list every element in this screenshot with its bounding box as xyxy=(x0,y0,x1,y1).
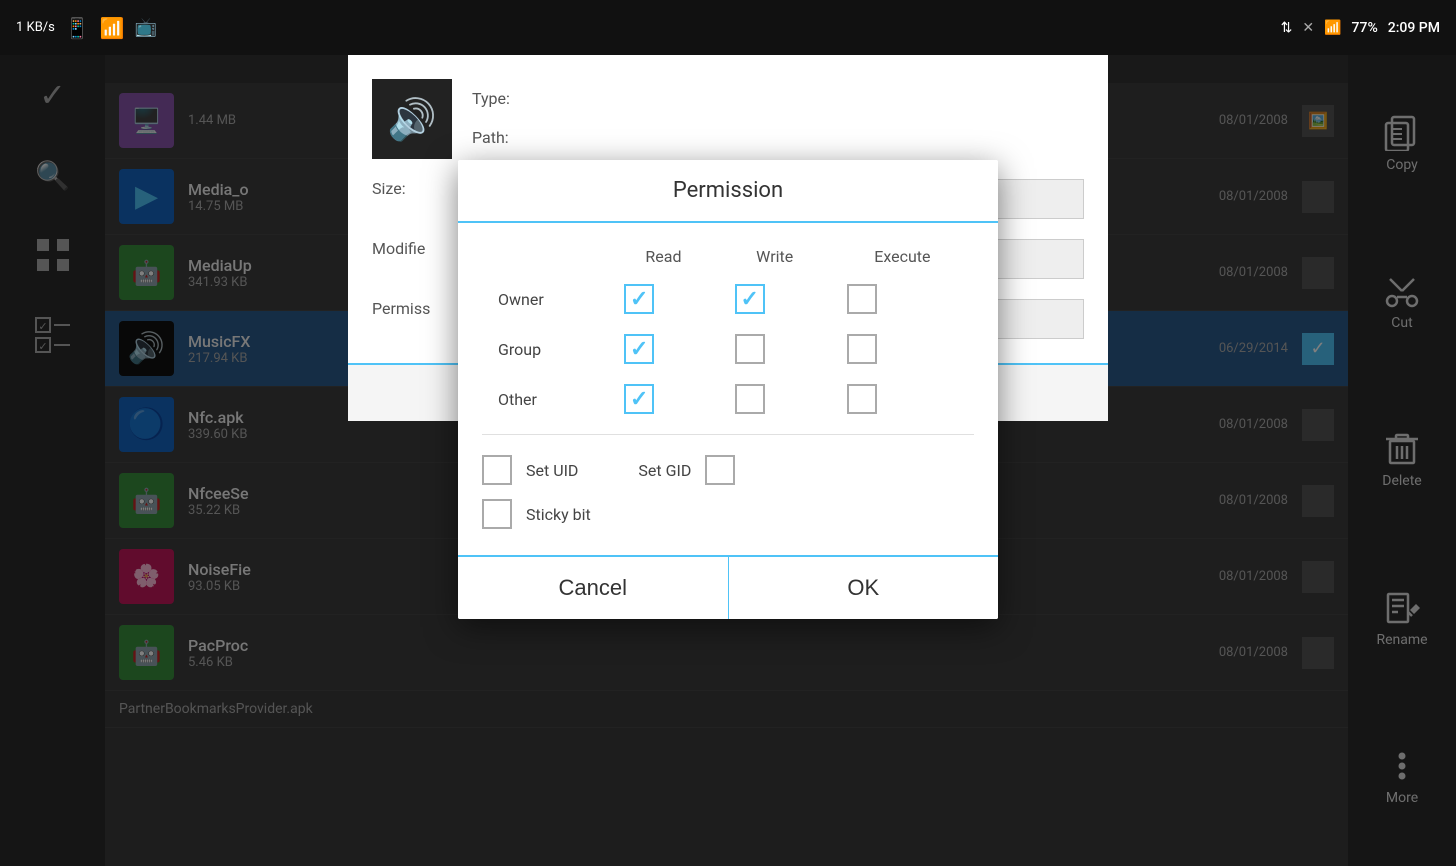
owner-write-check[interactable] xyxy=(735,284,765,314)
other-label: Other xyxy=(482,374,608,424)
set-gid-checkbox[interactable] xyxy=(705,455,735,485)
status-right: ⇅ ✕ 📶 77% 2:09 PM xyxy=(1281,20,1440,36)
set-uid-label: Set UID xyxy=(526,461,578,480)
execute-header: Execute xyxy=(831,239,974,274)
other-row: Other xyxy=(482,374,974,424)
status-left: 1 KB/s 📱 📶 📺 xyxy=(16,16,157,40)
uid-gid-row: Set UID Set GID xyxy=(482,455,974,485)
group-write-checkbox[interactable] xyxy=(719,324,831,374)
sticky-bit-checkbox[interactable] xyxy=(482,499,512,529)
other-execute-check[interactable] xyxy=(847,384,877,414)
permission-actions: Cancel OK xyxy=(458,555,998,619)
file-preview-icon: 🔊 xyxy=(372,79,452,159)
cellular-icon: 📶 xyxy=(1324,20,1341,36)
wifi-icon: 📶 xyxy=(100,16,125,40)
set-gid-label: Set GID xyxy=(638,461,691,480)
speed-indicator: 1 KB/s xyxy=(16,20,55,35)
battery-level: 77% xyxy=(1352,20,1378,36)
read-header: Read xyxy=(608,239,718,274)
extra-permissions: Set UID Set GID Sticky bit xyxy=(482,445,974,539)
path-row: Path: xyxy=(472,118,1084,157)
status-bar: 1 KB/s 📱 📶 📺 ⇅ ✕ 📶 77% 2:09 PM xyxy=(0,0,1456,55)
sticky-bit-label: Sticky bit xyxy=(526,505,591,524)
write-header: Write xyxy=(719,239,831,274)
group-execute-checkbox[interactable] xyxy=(831,324,974,374)
group-row: Group xyxy=(482,324,974,374)
phone-icon: 📱 xyxy=(65,16,90,40)
owner-write-checkbox[interactable] xyxy=(719,274,831,324)
divider xyxy=(482,434,974,435)
permission-title: Permission xyxy=(458,160,998,223)
permission-dialog: Permission Read Write Execute Owner xyxy=(458,160,998,619)
owner-read-check[interactable] xyxy=(624,284,654,314)
other-write-check[interactable] xyxy=(735,384,765,414)
group-execute-check[interactable] xyxy=(847,334,877,364)
owner-row: Owner xyxy=(482,274,974,324)
owner-label: Owner xyxy=(482,274,608,324)
other-write-checkbox[interactable] xyxy=(719,374,831,424)
permission-body: Read Write Execute Owner xyxy=(458,223,998,555)
group-read-check[interactable] xyxy=(624,334,654,364)
group-label: Group xyxy=(482,324,608,374)
signal-x-icon: ✕ xyxy=(1302,20,1314,36)
owner-execute-check[interactable] xyxy=(847,284,877,314)
sync-icon: ⇅ xyxy=(1281,20,1293,36)
other-execute-checkbox[interactable] xyxy=(831,374,974,424)
cast-icon: 📺 xyxy=(135,17,157,38)
set-uid-checkbox[interactable] xyxy=(482,455,512,485)
other-read-check[interactable] xyxy=(624,384,654,414)
sticky-bit-item: Sticky bit xyxy=(482,499,974,529)
other-read-checkbox[interactable] xyxy=(608,374,718,424)
permission-ok-button[interactable]: OK xyxy=(729,557,999,619)
type-label: Type: xyxy=(472,89,582,108)
group-read-checkbox[interactable] xyxy=(608,324,718,374)
set-gid-item: Set GID xyxy=(638,455,735,485)
set-uid-item: Set UID xyxy=(482,455,578,485)
type-row: Type: xyxy=(472,79,1084,118)
group-write-check[interactable] xyxy=(735,334,765,364)
owner-read-checkbox[interactable] xyxy=(608,274,718,324)
permission-cancel-button[interactable]: Cancel xyxy=(458,557,729,619)
path-label: Path: xyxy=(472,128,582,147)
permission-table: Read Write Execute Owner xyxy=(482,239,974,424)
clock: 2:09 PM xyxy=(1388,20,1440,36)
owner-execute-checkbox[interactable] xyxy=(831,274,974,324)
